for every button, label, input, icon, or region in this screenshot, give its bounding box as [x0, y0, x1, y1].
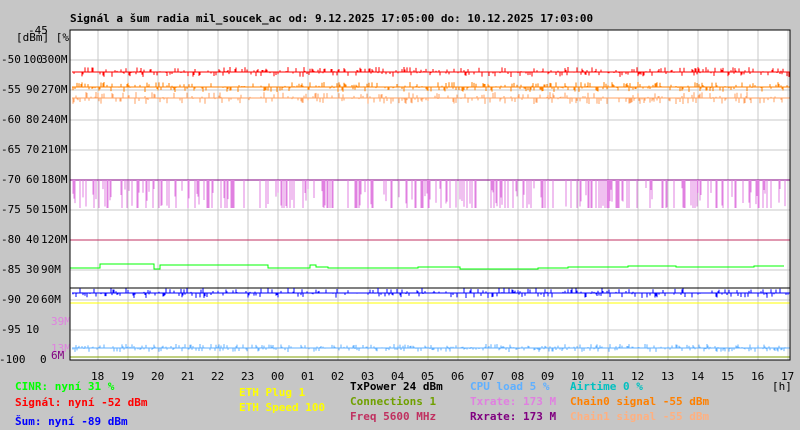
x-tick: 01 [301, 370, 315, 383]
x-tick: 23 [241, 370, 255, 383]
legend-sum: Šum: nyní -89 dBm [15, 415, 128, 428]
legend-signal: Signál: nyní -52 dBm [15, 396, 148, 409]
legend-eth-plug: ETH Plug 1 [239, 386, 306, 399]
legend-chain1: Chain1 signal -55 dBm [570, 410, 710, 423]
x-tick: 19 [121, 370, 135, 383]
legend-eth-speed: ETH Speed 100 [239, 401, 326, 414]
x-tick: 20 [151, 370, 165, 383]
legend-chain0: Chain0 signal -55 dBm [570, 395, 710, 408]
legend-airtime: Airtime 0 % [570, 380, 643, 393]
x-tick: 22 [211, 370, 225, 383]
x-tick: 13 [661, 370, 675, 383]
legend-txpower: TxPower 24 dBm [350, 380, 443, 393]
legend-rxrate: Rxrate: 173 M [470, 410, 557, 423]
x-tick: 15 [721, 370, 735, 383]
legend-cinr: CINR: nyní 31 % [15, 380, 115, 393]
x-tick: 21 [181, 370, 195, 383]
x-tick: 06 [451, 370, 465, 383]
x-tick: 16 [751, 370, 765, 383]
x-tick: 02 [331, 370, 345, 383]
legend-cpu: CPU load 5 % [470, 380, 550, 393]
chart-plot [69, 29, 791, 361]
x-axis-unit: [h] [772, 380, 792, 393]
legend-txrate: Txrate: 173 M [470, 395, 557, 408]
x-tick: 00 [271, 370, 285, 383]
x-tick: 14 [691, 370, 705, 383]
legend-connections: Connections 1 [350, 395, 437, 408]
legend-freq: Freq 5600 MHz [350, 410, 437, 423]
